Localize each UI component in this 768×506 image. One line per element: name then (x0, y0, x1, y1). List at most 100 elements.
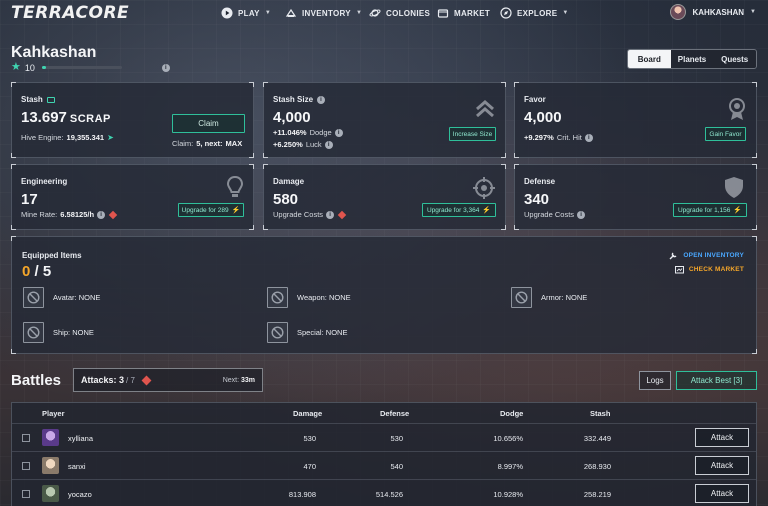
crit-hit-value: +9.297% (524, 133, 554, 142)
table-row: sanxi 470 540 8.997% 268.930 Attack (12, 451, 756, 479)
equip-slot-weapon[interactable]: Weapon: NONE (267, 287, 351, 308)
open-inventory-link[interactable]: OPEN INVENTORY (669, 251, 744, 260)
equip-slot-armor[interactable]: Armor: NONE (511, 287, 587, 308)
resource-diamond-icon (337, 210, 347, 219)
nav-inventory[interactable]: INVENTORY ▼ (285, 7, 362, 19)
chevron-down-icon: ▼ (264, 10, 272, 16)
player-name: sanxi (68, 462, 86, 471)
player-name: yocazo (68, 490, 92, 499)
upgrade-engineering-button[interactable]: Upgrade for 289 ⚡ (178, 203, 244, 217)
equip-slot-avatar[interactable]: Avatar: NONE (23, 287, 100, 308)
row-checkbox[interactable] (22, 434, 30, 442)
engineering-title: Engineering (21, 177, 68, 186)
equipped-current: 0 (22, 263, 31, 280)
claim-value: 5, next: (196, 139, 223, 148)
empty-slot-icon (23, 287, 44, 308)
column-header-dodge: Dodge (500, 409, 524, 418)
nav-play[interactable]: PLAY ▼ (221, 7, 271, 19)
info-icon[interactable]: i (584, 133, 593, 142)
xp-progress-fill (41, 66, 46, 69)
mine-rate-label: Mine Rate: (21, 210, 58, 219)
claim-button[interactable]: Claim (172, 114, 245, 133)
check-market-label: CHECK MARKET (688, 266, 744, 273)
row-checkbox[interactable] (22, 490, 30, 498)
favor-value: 4,000 (524, 109, 562, 126)
battles-title: Battles (11, 372, 62, 389)
logs-button[interactable]: Logs (639, 371, 671, 390)
info-icon[interactable]: i (161, 63, 170, 72)
tab-quests[interactable]: Quests (713, 50, 756, 68)
nav-play-label: PLAY (238, 8, 260, 18)
gain-favor-button[interactable]: Gain Favor (705, 127, 746, 141)
nav-market[interactable]: MARKET (437, 7, 490, 19)
nav-colonies[interactable]: COLONIES (369, 7, 430, 19)
defense-upgrade-costs-label: Upgrade Costs (524, 210, 575, 219)
table-row: xylliana 530 530 10.656% 332.449 Attack (12, 423, 756, 451)
crosshair-icon (473, 177, 495, 199)
info-icon[interactable]: i (334, 128, 343, 137)
bolt-icon: ⚡ (231, 207, 241, 214)
resource-diamond-icon (108, 210, 118, 219)
claim-label: Claim: (172, 139, 194, 148)
info-icon[interactable]: i (97, 210, 106, 219)
nav-explore[interactable]: EXPLORE ▼ (500, 7, 569, 19)
play-icon (221, 7, 233, 19)
chevron-down-icon: ▼ (355, 10, 363, 16)
defense-card: Defense 340 Upgrade Costs i Upgrade for … (514, 164, 757, 230)
attack-button[interactable]: Attack (695, 484, 749, 503)
info-icon[interactable]: i (577, 210, 586, 219)
empty-slot-icon (23, 322, 44, 343)
equip-slot-ship[interactable]: Ship: NONE (23, 322, 94, 343)
send-icon[interactable]: ➤ (107, 133, 114, 142)
nav-inventory-label: INVENTORY (302, 8, 351, 18)
stash-cell: 268.930 (583, 462, 611, 471)
slot-armor-label: Armor: NONE (541, 293, 588, 302)
attack-best-button[interactable]: Attack Best [3] (676, 371, 757, 390)
attacks-max: / 7 (126, 375, 135, 385)
hive-engine-value: 19,355.341 (66, 133, 105, 142)
user-menu[interactable]: KAHKASHAN ▼ (670, 4, 756, 20)
market-icon (437, 9, 449, 18)
slot-avatar-label: Avatar: NONE (53, 293, 101, 302)
tab-planets[interactable]: Planets (670, 50, 714, 68)
damage-card: Damage 580 Upgrade Costs i Upgrade for 3… (263, 164, 506, 230)
upgrade-damage-label: Upgrade for 3,364 (426, 206, 480, 214)
dodge-bonus-value: +11.046% (273, 128, 307, 137)
attack-button[interactable]: Attack (695, 428, 749, 447)
column-header-player: Player (42, 409, 65, 418)
slot-special-label: Special: NONE (297, 328, 348, 337)
increase-size-button[interactable]: Increase Size (449, 127, 496, 141)
page-title: Kahkashan (11, 44, 97, 61)
engineering-card: Engineering 17 Mine Rate: 6.58125/h i Up… (11, 164, 254, 230)
claim-next: MAX (225, 139, 243, 148)
battles-table: Player Damage Defense Dodge Stash xyllia… (11, 402, 757, 506)
claim-info: Claim: 5, next: MAX (172, 139, 242, 148)
check-market-link[interactable]: CHECK MARKET (674, 265, 744, 274)
nav-market-label: MARKET (454, 8, 491, 18)
damage-cell: 530 (303, 434, 316, 443)
star-icon: ★ (11, 61, 21, 73)
upgrade-damage-button[interactable]: Upgrade for 3,364 ⚡ (422, 203, 496, 217)
info-icon[interactable]: i (326, 210, 335, 219)
row-checkbox[interactable] (22, 462, 30, 470)
level-row: ★ 10 i (11, 62, 170, 73)
damage-value: 580 (273, 191, 299, 208)
market-icon (674, 266, 684, 274)
attack-button[interactable]: Attack (695, 456, 749, 475)
tab-board[interactable]: Board (628, 50, 671, 68)
slot-ship-label: Ship: NONE (53, 328, 94, 337)
chevron-down-icon: ▼ (750, 9, 756, 15)
mine-rate-value: 6.58125/h (60, 210, 95, 219)
defense-cell: 530 (390, 434, 403, 443)
stash-value: 13.697 SCRAP (21, 109, 111, 126)
upgrade-defense-button[interactable]: Upgrade for 1,156 ⚡ (673, 203, 747, 217)
nav-explore-label: EXPLORE (517, 8, 558, 18)
luck-bonus: +6.250% Luck i (273, 140, 333, 149)
info-icon[interactable]: i (324, 140, 333, 149)
table-row: yocazo 813.908 514.526 10.928% 258.219 A… (12, 479, 756, 506)
defense-title: Defense (524, 177, 556, 186)
mine-rate-row: Mine Rate: 6.58125/h i (21, 210, 118, 219)
info-icon[interactable]: i (317, 95, 326, 104)
equip-slot-special[interactable]: Special: NONE (267, 322, 347, 343)
terracore-logo[interactable]: TERRACORE (11, 3, 129, 23)
